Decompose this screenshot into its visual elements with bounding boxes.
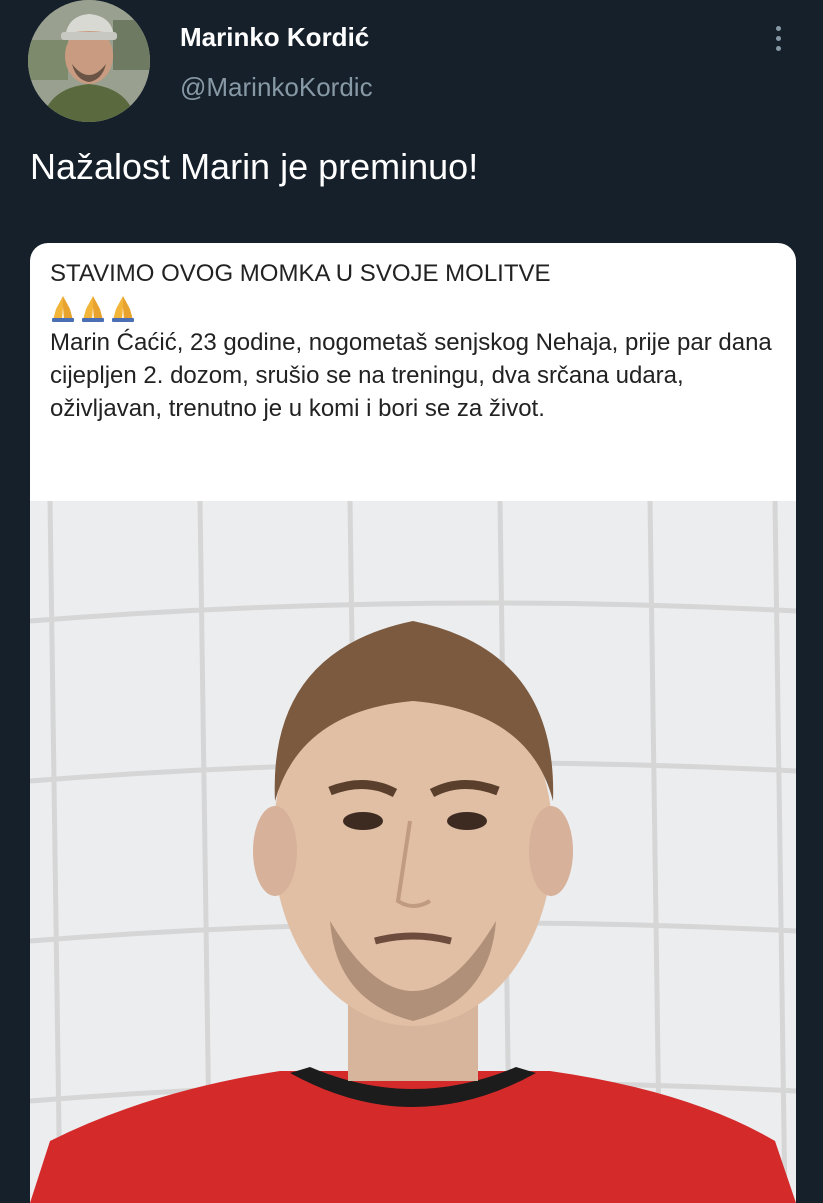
folded-hands-icon	[52, 296, 74, 322]
card-text-block: STAVIMO OVOG MOMKA U SVOJE MOLITVE Marin…	[50, 257, 780, 425]
card-heading: STAVIMO OVOG MOMKA U SVOJE MOLITVE	[50, 260, 551, 287]
tweet-text: Nažalost Marin je preminuo!	[30, 146, 479, 187]
folded-hands-icon	[112, 296, 134, 322]
more-options-icon[interactable]	[768, 18, 788, 58]
player-photo	[30, 501, 796, 1203]
author-name[interactable]: Marinko Kordić	[180, 22, 369, 53]
tweet-header: Marinko Kordić @MarinkoKordic	[0, 0, 823, 130]
avatar-image	[28, 0, 150, 122]
avatar[interactable]	[28, 0, 150, 122]
author-handle[interactable]: @MarinkoKordic	[180, 72, 373, 103]
emoji-row	[50, 290, 780, 326]
folded-hands-icon	[82, 296, 104, 322]
attached-image-card[interactable]: STAVIMO OVOG MOMKA U SVOJE MOLITVE Marin…	[30, 243, 796, 1203]
card-body-text: Marin Ćaćić, 23 godine, nogometaš senjsk…	[50, 329, 772, 422]
